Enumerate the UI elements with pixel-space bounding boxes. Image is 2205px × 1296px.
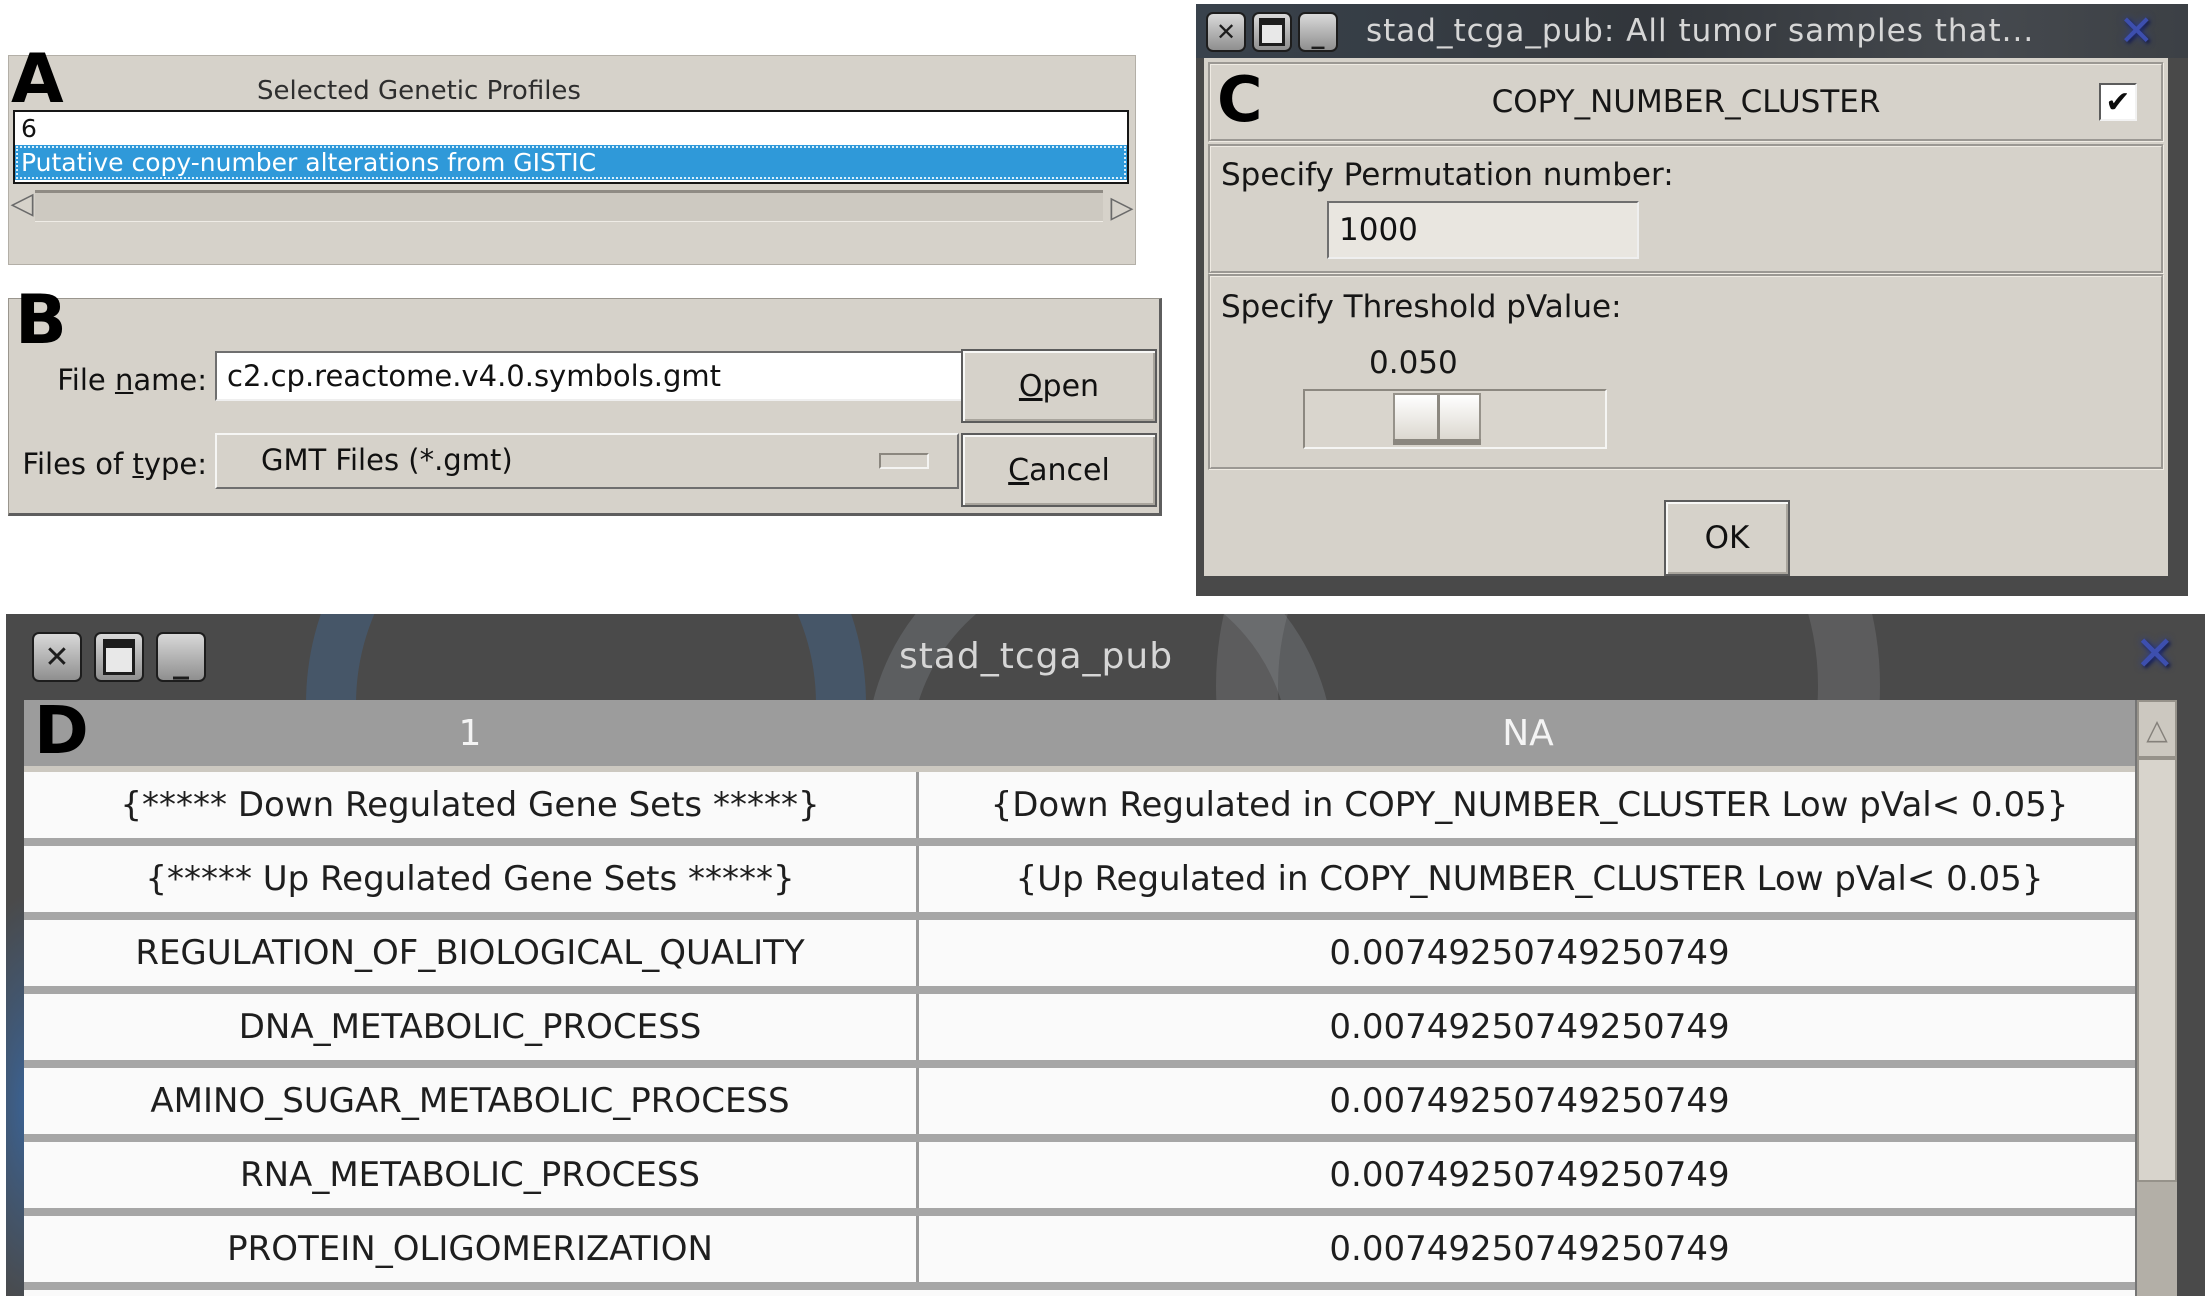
gene-set-cell: REGULATION_OF_BIOLOGICAL_QUALITY	[24, 920, 919, 986]
gene-set-cell: PROTEIN_OLIGOMERIZATION	[24, 1216, 919, 1282]
gene-set-cell: {***** Up Regulated Gene Sets *****}	[24, 846, 919, 912]
gene-set-cell: RNA_METABOLIC_PROCESS	[24, 1142, 919, 1208]
file-name-input[interactable]: c2.cp.reactome.v4.0.symbols.gmt	[215, 351, 969, 401]
genetic-profiles-title: Selected Genetic Profiles	[9, 76, 829, 106]
column-header-na[interactable]: NA	[916, 700, 2140, 766]
app-butterfly-icon: ✕	[2135, 626, 2175, 682]
gene-set-cell: {***** Down Regulated Gene Sets *****}	[24, 772, 919, 838]
list-item[interactable]: Putative copy-number alterations from GI…	[15, 145, 1127, 180]
pvalue-section: Specify Threshold pValue: 0.050	[1208, 274, 2164, 470]
ok-button[interactable]: OK	[1664, 500, 1790, 576]
figure-canvas: A Selected Genetic Profiles 6Putative co…	[0, 0, 2205, 1296]
gene-set-cell: DNA_METABOLIC_PROCESS	[24, 994, 919, 1060]
app-butterfly-icon: ✕	[2119, 6, 2154, 55]
column-header-1[interactable]: 1	[24, 700, 916, 766]
permutation-label: Specify Permutation number:	[1221, 157, 1674, 193]
window-d-titlebar[interactable]: ✕ _ stad_tcga_pub ✕	[6, 614, 2205, 700]
panel-b-label: B	[15, 287, 67, 355]
dropdown-indicator-icon	[879, 453, 929, 469]
gene-set-table: 1 NA D {***** Down Regulated Gene Sets *…	[24, 700, 2140, 1296]
window-d-title: stad_tcga_pub	[6, 636, 2066, 677]
files-of-type-dropdown[interactable]: GMT Files (*.gmt)	[215, 433, 959, 489]
cluster-name-label: COPY_NUMBER_CLUSTER	[1492, 84, 1881, 120]
window-c-title: stad_tcga_pub: All tumor samples that...	[1366, 13, 2034, 49]
scroll-left-icon[interactable]: ◁	[9, 188, 35, 220]
pvalue-cell: {Down Regulated in COPY_NUMBER_CLUSTER L…	[919, 772, 2140, 838]
panel-d-label: D	[34, 698, 89, 764]
open-button[interactable]: Open	[961, 349, 1157, 423]
table-row[interactable]: RNA_METABOLIC_PROCESS0.00749250749250749	[24, 1142, 2140, 1216]
table-header-row: 1 NA	[24, 700, 2140, 772]
gene-set-cell: AMINO_SUGAR_METABOLIC_PROCESS	[24, 1068, 919, 1134]
pvalue-cell: 0.00749250749250749	[919, 994, 2140, 1060]
table-row[interactable]: AMINO_SUGAR_METABOLIC_PROCESS0.007492507…	[24, 1068, 2140, 1142]
list-item[interactable]: 6	[15, 112, 1127, 145]
table-row[interactable]: REGULATION_OF_BIOLOGICAL_QUALITY0.007492…	[24, 920, 2140, 994]
table-row[interactable]: PROTEIN_OLIGOMERIZATION0.007492507492507…	[24, 1216, 2140, 1290]
genetic-profiles-listbox[interactable]: 6Putative copy-number alterations from G…	[13, 110, 1129, 184]
horizontal-scrollbar[interactable]	[35, 190, 1103, 222]
panel-a-genetic-profiles: A Selected Genetic Profiles 6Putative co…	[8, 55, 1136, 265]
table-row[interactable]: {***** Up Regulated Gene Sets *****}{Up …	[24, 846, 2140, 920]
permutation-input[interactable]: 1000	[1327, 201, 1639, 259]
permutation-section: Specify Permutation number: 1000	[1208, 144, 2164, 274]
panel-b-file-dialog: B File name: c2.cp.reactome.v4.0.symbols…	[8, 298, 1162, 516]
panel-c-window: ✕ _ stad_tcga_pub: All tumor samples tha…	[1196, 4, 2188, 596]
file-name-label: File name:	[9, 363, 207, 397]
gene-table-body: {***** Down Regulated Gene Sets *****}{D…	[24, 772, 2140, 1290]
pvalue-cell: 0.00749250749250749	[919, 1068, 2140, 1134]
close-icon[interactable]: ✕	[1206, 12, 1246, 52]
pvalue-cell: {Up Regulated in COPY_NUMBER_CLUSTER Low…	[919, 846, 2140, 912]
pvalue-cell: 0.00749250749250749	[919, 1216, 2140, 1282]
scroll-up-icon[interactable]: △	[2137, 700, 2177, 758]
pvalue-cell: 0.00749250749250749	[919, 920, 2140, 986]
scroll-right-icon[interactable]: ▷	[1107, 192, 1137, 224]
scrollbar-thumb[interactable]	[2137, 758, 2177, 1182]
panel-d-window: ✕ _ stad_tcga_pub ✕ 1 NA D {***** Down R…	[6, 614, 2205, 1296]
pvalue-value: 0.050	[1369, 345, 1458, 381]
minimize-icon[interactable]: _	[1298, 12, 1338, 52]
window-c-titlebar[interactable]: ✕ _ stad_tcga_pub: All tumor samples tha…	[1196, 4, 2188, 58]
pvalue-slider[interactable]	[1303, 389, 1607, 449]
table-row[interactable]: {***** Down Regulated Gene Sets *****}{D…	[24, 772, 2140, 846]
maximize-icon[interactable]	[1252, 12, 1292, 52]
cancel-button[interactable]: Cancel	[961, 433, 1157, 507]
slider-thumb[interactable]	[1393, 393, 1481, 441]
pvalue-cell: 0.00749250749250749	[919, 1142, 2140, 1208]
window-c-content: C COPY_NUMBER_CLUSTER ✔ Specify Permutat…	[1204, 58, 2168, 576]
files-of-type-label: Files of type:	[9, 447, 207, 481]
slider-thumb-shadow	[1393, 439, 1481, 445]
vertical-scrollbar[interactable]: △	[2135, 700, 2177, 1296]
partial-row	[24, 1290, 2140, 1296]
table-row[interactable]: DNA_METABOLIC_PROCESS0.00749250749250749	[24, 994, 2140, 1068]
cluster-section: C COPY_NUMBER_CLUSTER ✔	[1208, 62, 2164, 142]
pvalue-label: Specify Threshold pValue:	[1221, 289, 1622, 325]
cluster-checkbox[interactable]: ✔	[2099, 83, 2137, 121]
check-icon: ✔	[2105, 85, 2130, 120]
